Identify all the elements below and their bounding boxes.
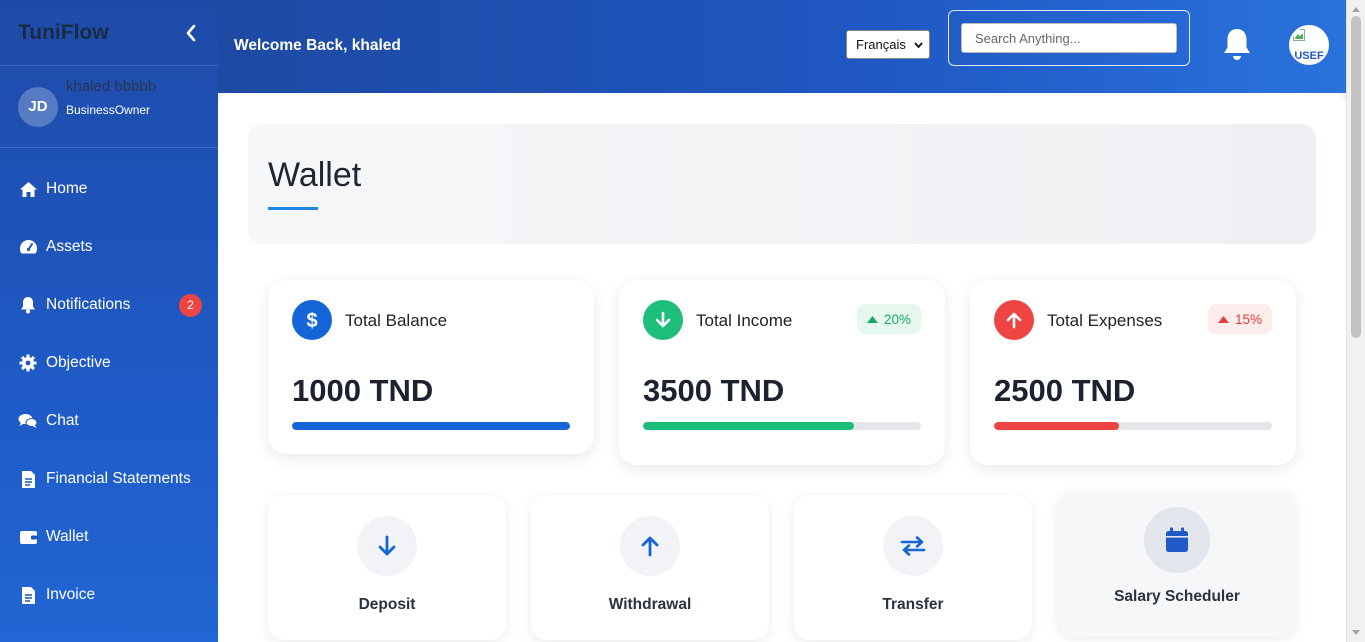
transfer-button[interactable]: Transfer (794, 495, 1032, 640)
stat-value: 2500 TND (994, 373, 1136, 408)
sidebar-item-label: Financial Statements (46, 470, 191, 487)
sidebar-item-chat[interactable]: Chat (0, 392, 218, 450)
sidebar-nav: Home Assets Notifications 2 Objective Ch… (0, 148, 218, 624)
page-title: Wallet (268, 156, 362, 194)
app-logo-text: TuniFlow (18, 20, 109, 44)
page-header-card: Wallet (248, 124, 1316, 244)
sidebar-item-label: Notifications (46, 296, 131, 313)
income-trend-badge: 20% (856, 304, 921, 334)
sidebar-item-label: Wallet (46, 528, 89, 545)
main-content: Wallet $ Total Balance 1000 TND Total In… (218, 93, 1346, 642)
sidebar-item-label: Invoice (46, 586, 96, 603)
top-header: Welcome Back, khaled Français Search Any… (218, 0, 1346, 93)
total-balance-card: $ Total Balance 1000 TND (268, 280, 594, 454)
trend-value: 15% (1234, 311, 1262, 327)
scroll-up-arrow-icon (1352, 7, 1360, 12)
arrow-up-icon (620, 516, 680, 576)
language-select-value: Français (856, 37, 906, 52)
user-profile-summary: JD khaled bbbbb BusinessOwner (0, 66, 218, 148)
sidebar-item-financial-statements[interactable]: Financial Statements (0, 450, 218, 508)
transfer-icon (883, 516, 943, 576)
trend-value: 20% (883, 311, 911, 327)
sidebar-item-label: Chat (46, 412, 79, 429)
scroll-down-arrow-icon (1352, 630, 1360, 635)
profile-avatar-button[interactable]: USEF (1289, 25, 1329, 65)
caret-up-icon (866, 315, 878, 323)
sidebar-item-label: Objective (46, 354, 111, 371)
sidebar-item-invoice[interactable]: Invoice (0, 566, 218, 624)
arrow-down-icon (357, 516, 417, 576)
bell-icon (18, 295, 38, 315)
calendar-icon (1144, 507, 1210, 573)
income-progress-bar (643, 422, 921, 430)
sidebar-item-home[interactable]: Home (0, 160, 218, 218)
action-label: Salary Scheduler (1114, 588, 1240, 605)
action-label: Deposit (358, 596, 416, 613)
svg-text:$: $ (306, 310, 317, 331)
arrow-down-icon (643, 300, 683, 340)
stat-label: Total Income (696, 311, 793, 330)
chat-icon (18, 411, 38, 431)
user-name: khaled bbbbb (66, 78, 157, 95)
caret-up-icon (1217, 315, 1229, 323)
home-icon (18, 179, 38, 199)
bell-icon (1224, 29, 1250, 60)
broken-image-icon (1293, 29, 1305, 41)
expenses-progress-bar (994, 422, 1272, 430)
sidebar-item-notifications[interactable]: Notifications 2 (0, 276, 218, 334)
action-label: Transfer (882, 596, 944, 613)
notification-count-badge: 2 (179, 293, 202, 317)
title-underline (268, 207, 318, 210)
wallet-icon (18, 527, 38, 547)
chevron-down-icon (914, 42, 923, 49)
progress-fill (643, 422, 855, 430)
gear-icon (18, 353, 38, 373)
invoice-icon (18, 585, 38, 605)
user-role: BusinessOwner (66, 103, 151, 117)
notifications-button[interactable] (1221, 27, 1253, 68)
expenses-trend-badge: 15% (1207, 304, 1272, 334)
search-container: Search Anything... (948, 10, 1190, 66)
gauge-icon (18, 237, 38, 257)
sidebar-item-label: Assets (46, 238, 93, 255)
collapse-sidebar-button[interactable] (182, 24, 200, 42)
progress-fill (994, 422, 1120, 430)
balance-progress-bar (292, 422, 570, 430)
total-expenses-card: Total Expenses 15% 2500 TND (970, 280, 1296, 465)
arrow-up-icon (994, 300, 1034, 340)
withdrawal-button[interactable]: Withdrawal (531, 495, 769, 640)
salary-scheduler-button[interactable]: Salary Scheduler (1058, 491, 1296, 636)
progress-fill (292, 422, 570, 430)
profile-alt-text: USEF (1294, 50, 1324, 62)
sidebar-item-objective[interactable]: Objective (0, 334, 218, 392)
stat-label: Total Expenses (1047, 311, 1163, 330)
sidebar-header: TuniFlow (0, 0, 218, 66)
sidebar-item-assets[interactable]: Assets (0, 218, 218, 276)
avatar: JD (18, 86, 58, 127)
stat-label: Total Balance (345, 311, 448, 330)
scrollbar-thumb[interactable] (1351, 16, 1361, 338)
search-placeholder: Search Anything... (975, 30, 1081, 46)
chevron-left-icon (186, 24, 196, 41)
page-scrollbar[interactable] (1346, 0, 1365, 642)
document-icon (18, 469, 38, 489)
deposit-button[interactable]: Deposit (268, 495, 506, 640)
total-income-card: Total Income 20% 3500 TND (619, 280, 945, 465)
welcome-message: Welcome Back, khaled (234, 37, 401, 54)
stat-value: 3500 TND (643, 373, 785, 408)
sidebar-item-label: Home (46, 180, 88, 197)
search-input[interactable]: Search Anything... (961, 23, 1177, 53)
stat-value: 1000 TND (292, 373, 434, 408)
sidebar-item-wallet[interactable]: Wallet (0, 508, 218, 566)
action-label: Withdrawal (608, 596, 692, 613)
dollar-icon: $ (292, 300, 332, 340)
sidebar: TuniFlow JD khaled bbbbb BusinessOwner H… (0, 0, 218, 642)
language-select[interactable]: Français (846, 30, 930, 59)
